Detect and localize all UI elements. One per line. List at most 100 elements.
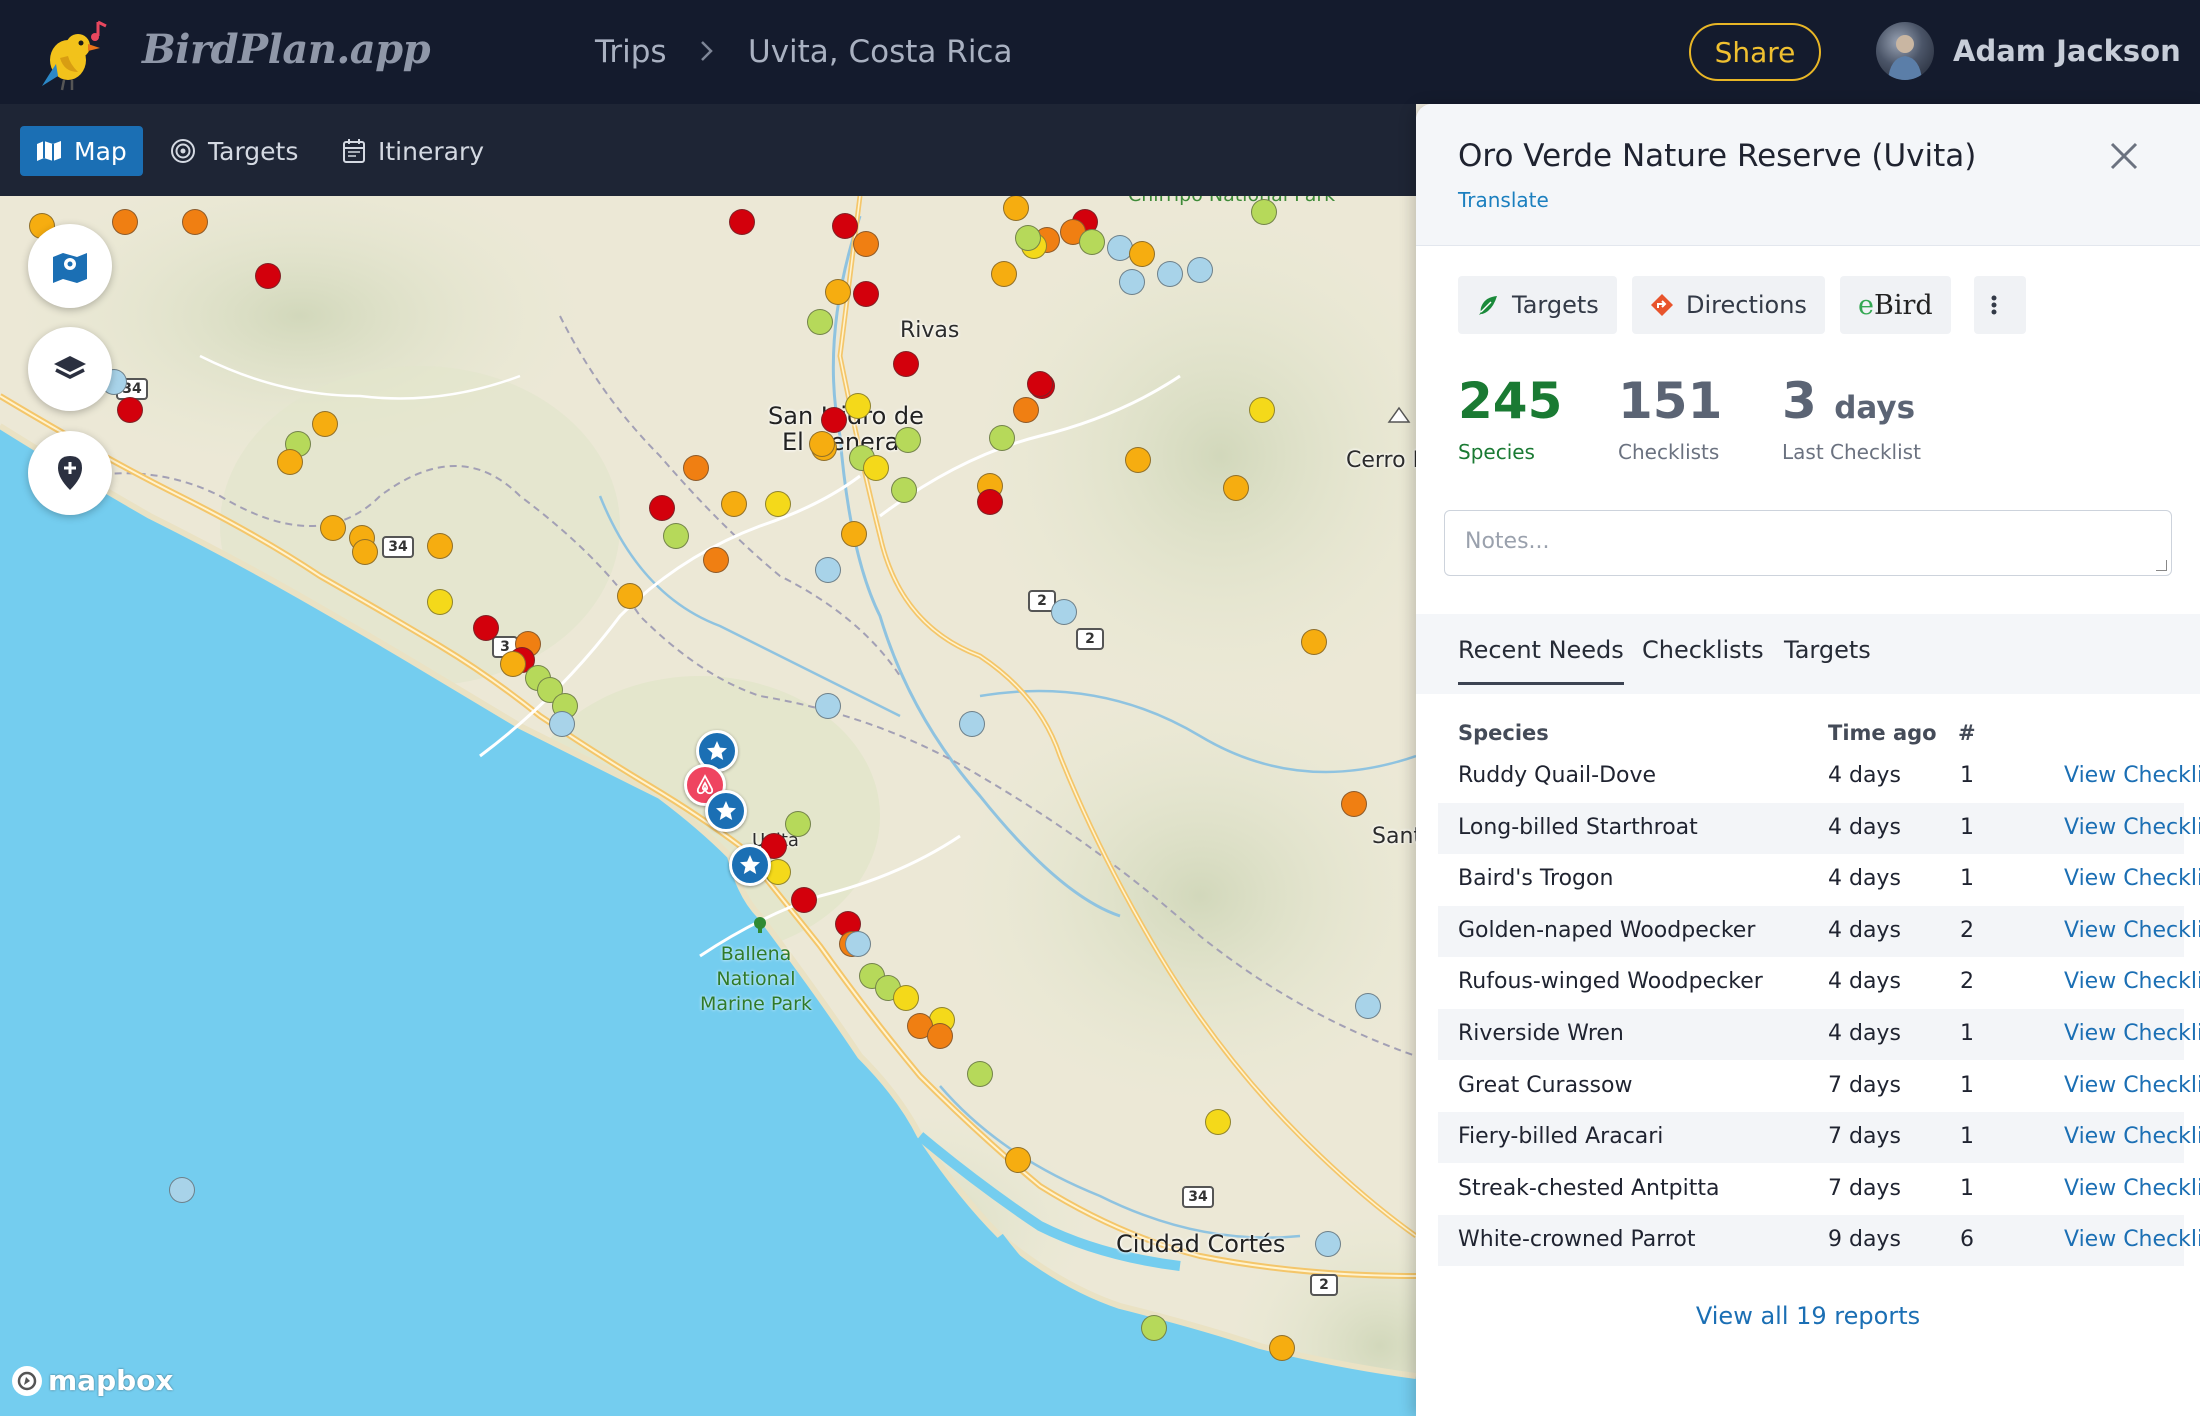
- hotspot-marker[interactable]: [729, 209, 755, 235]
- hotspot-marker[interactable]: [1205, 1109, 1231, 1135]
- hotspot-marker[interactable]: [1079, 229, 1105, 255]
- hotspot-marker[interactable]: [841, 521, 867, 547]
- saved-hotspot-star-pin[interactable]: [705, 790, 747, 832]
- hotspot-marker[interactable]: [989, 425, 1015, 451]
- hotspot-marker[interactable]: [845, 393, 871, 419]
- hotspot-marker[interactable]: [1341, 791, 1367, 817]
- hotspot-targets-button[interactable]: Targets: [1458, 276, 1617, 334]
- mapbox-attribution[interactable]: mapbox: [12, 1364, 173, 1397]
- ebird-link-button[interactable]: e Bird: [1840, 276, 1951, 334]
- hotspot-marker[interactable]: [845, 931, 871, 957]
- hotspot-marker[interactable]: [427, 589, 453, 615]
- hotspot-marker[interactable]: [1269, 1335, 1295, 1361]
- translate-link[interactable]: Translate: [1458, 188, 1549, 212]
- hotspot-marker[interactable]: [169, 1177, 195, 1203]
- view-all-reports-link[interactable]: View all 19 reports: [1416, 1302, 2200, 1330]
- tab-checklists[interactable]: Checklists: [1642, 636, 1764, 664]
- hotspot-marker[interactable]: [1051, 599, 1077, 625]
- hotspot-marker[interactable]: [255, 263, 281, 289]
- bird-logo-icon[interactable]: [34, 14, 114, 94]
- hotspot-marker[interactable]: [721, 491, 747, 517]
- hotspot-marker[interactable]: [1005, 1147, 1031, 1173]
- hotspot-marker[interactable]: [815, 693, 841, 719]
- hotspot-marker[interactable]: [1013, 397, 1039, 423]
- view-checklist-link[interactable]: View Checklist: [2064, 763, 2200, 788]
- hotspot-marker[interactable]: [1125, 447, 1151, 473]
- hotspot-marker[interactable]: [117, 397, 143, 423]
- hotspot-marker[interactable]: [815, 557, 841, 583]
- hotspot-marker[interactable]: [807, 309, 833, 335]
- hotspot-marker[interactable]: [473, 615, 499, 641]
- user-avatar[interactable]: [1876, 22, 1934, 80]
- hotspot-marker[interactable]: [1251, 199, 1277, 225]
- hotspot-marker[interactable]: [977, 489, 1003, 515]
- hotspot-marker[interactable]: [832, 213, 858, 239]
- hotspot-marker[interactable]: [1355, 993, 1381, 1019]
- hotspot-marker[interactable]: [1187, 257, 1213, 283]
- hotspot-marker[interactable]: [1027, 371, 1053, 397]
- hotspot-marker[interactable]: [891, 477, 917, 503]
- hotspot-marker[interactable]: [821, 407, 847, 433]
- tab-recent-needs[interactable]: Recent Needs: [1458, 636, 1624, 685]
- hotspot-marker[interactable]: [895, 427, 921, 453]
- share-button[interactable]: Share: [1689, 23, 1821, 81]
- hotspot-marker[interactable]: [703, 547, 729, 573]
- map-layers-button[interactable]: [28, 327, 112, 411]
- hotspot-marker[interactable]: [853, 231, 879, 257]
- hotspot-marker[interactable]: [765, 491, 791, 517]
- hotspot-marker[interactable]: [352, 539, 378, 565]
- hotspot-marker[interactable]: [1315, 1231, 1341, 1257]
- hotspot-marker[interactable]: [893, 351, 919, 377]
- hotspot-marker[interactable]: [1141, 1315, 1167, 1341]
- add-custom-marker-button[interactable]: [28, 431, 112, 515]
- hotspot-marker[interactable]: [1223, 475, 1249, 501]
- tab-targets[interactable]: Targets: [1784, 636, 1871, 664]
- view-checklist-link[interactable]: View Checklist: [2064, 969, 2200, 994]
- view-checklist-link[interactable]: View Checklist: [2064, 1176, 2200, 1201]
- view-checklist-link[interactable]: View Checklist: [2064, 1021, 2200, 1046]
- hotspot-marker[interactable]: [112, 209, 138, 235]
- more-options-button[interactable]: [1974, 276, 2026, 334]
- breadcrumb-current-trip[interactable]: Uvita, Costa Rica: [748, 34, 1012, 70]
- hotspot-marker[interactable]: [312, 411, 338, 437]
- hotspot-marker[interactable]: [967, 1061, 993, 1087]
- view-checklist-link[interactable]: View Checklist: [2064, 1124, 2200, 1149]
- hotspot-marker[interactable]: [893, 985, 919, 1011]
- hotspot-marker[interactable]: [927, 1023, 953, 1049]
- hotspot-marker[interactable]: [663, 523, 689, 549]
- view-checklist-link[interactable]: View Checklist: [2064, 918, 2200, 943]
- view-checklist-link[interactable]: View Checklist: [2064, 1073, 2200, 1098]
- view-checklist-link[interactable]: View Checklist: [2064, 1227, 2200, 1252]
- hotspot-marker[interactable]: [959, 711, 985, 737]
- map-view-toggle-button[interactable]: [28, 224, 112, 308]
- nav-tab-map[interactable]: Map: [20, 126, 143, 176]
- close-icon[interactable]: [2106, 138, 2142, 174]
- hotspot-marker[interactable]: [1003, 196, 1029, 221]
- hotspot-marker[interactable]: [1129, 241, 1155, 267]
- nav-tab-itinerary[interactable]: Itinerary: [326, 126, 500, 176]
- view-checklist-link[interactable]: View Checklist: [2064, 866, 2200, 891]
- hotspot-marker[interactable]: [1119, 269, 1145, 295]
- saved-hotspot-star-pin[interactable]: [729, 844, 771, 886]
- hotspot-marker[interactable]: [1015, 225, 1041, 251]
- directions-button[interactable]: Directions: [1632, 276, 1825, 334]
- hotspot-marker[interactable]: [427, 533, 453, 559]
- hotspot-marker[interactable]: [320, 515, 346, 541]
- hotspot-marker[interactable]: [1157, 261, 1183, 287]
- hotspot-marker[interactable]: [863, 455, 889, 481]
- nav-tab-targets[interactable]: Targets: [154, 126, 314, 176]
- hotspot-marker[interactable]: [809, 431, 835, 457]
- hotspot-marker[interactable]: [617, 583, 643, 609]
- breadcrumb-trips[interactable]: Trips: [595, 34, 667, 70]
- hotspot-marker[interactable]: [649, 495, 675, 521]
- hotspot-marker[interactable]: [825, 279, 851, 305]
- hotspot-marker[interactable]: [991, 261, 1017, 287]
- hotspot-marker[interactable]: [1249, 397, 1275, 423]
- hotspot-marker[interactable]: [683, 455, 709, 481]
- app-logo-text[interactable]: BirdPlan.app: [142, 26, 431, 73]
- hotspot-marker[interactable]: [277, 449, 303, 475]
- view-checklist-link[interactable]: View Checklist: [2064, 815, 2200, 840]
- hotspot-marker[interactable]: [853, 281, 879, 307]
- hotspot-marker[interactable]: [785, 811, 811, 837]
- notes-textarea[interactable]: Notes...: [1444, 510, 2172, 576]
